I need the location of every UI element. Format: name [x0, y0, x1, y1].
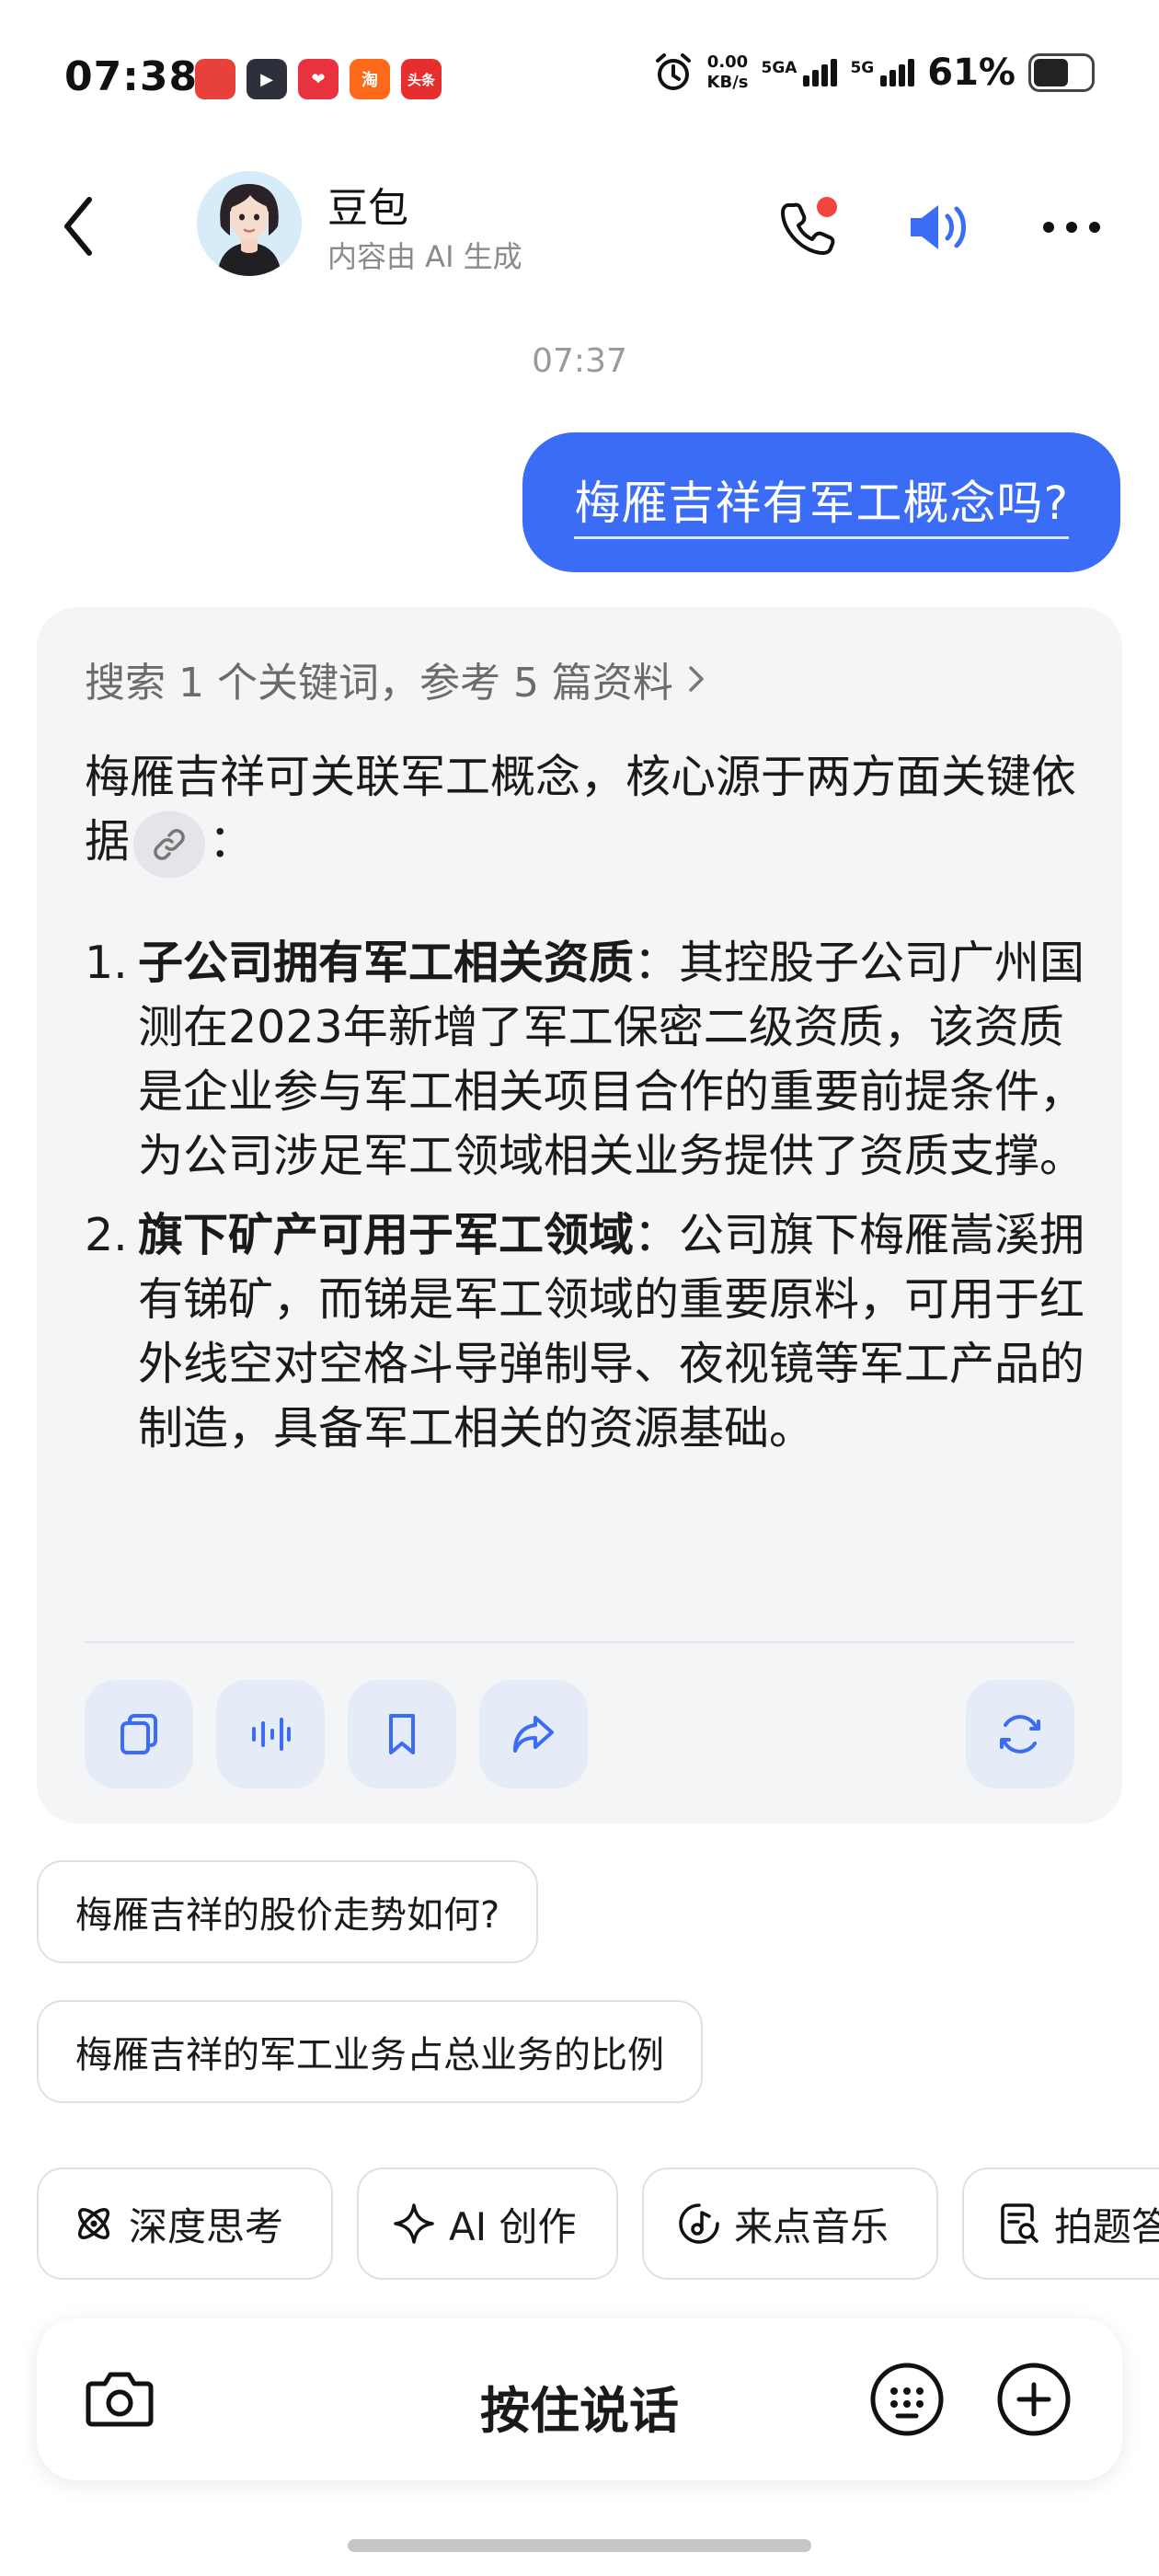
notification-app-icons: ▶ ❤ 淘 头条: [195, 59, 442, 99]
camera-icon: [86, 2372, 154, 2427]
chevron-left-icon: [64, 197, 92, 256]
music-icon: [679, 2203, 719, 2244]
alarm-icon: [655, 53, 691, 90]
card-divider: [85, 1641, 1074, 1643]
suggestion-chip[interactable]: 梅雁吉祥的军工业务占总业务的比例: [37, 2000, 703, 2103]
bookmark-icon: [389, 1714, 415, 1754]
tool-ai-create[interactable]: AI 创作: [357, 2168, 618, 2280]
hold-to-talk-label[interactable]: 按住说话: [37, 2370, 1122, 2443]
tool-label: 深度思考: [129, 2203, 284, 2249]
avatar-portrait-icon: [197, 171, 302, 276]
call-notification-dot: [817, 197, 837, 217]
status-bar: 07:38 ▶ ❤ 淘 头条 0.00 KB/s 5GA 5G 61%: [0, 0, 1159, 156]
app-badge-3-icon: ❤: [298, 59, 339, 99]
battery-icon: [1028, 53, 1095, 92]
ai-response-card: 搜索 1 个关键词，参考 5 篇资料 梅雁吉祥可关联军工概念，核心源于两方面关键…: [37, 607, 1122, 1823]
add-button[interactable]: [988, 2353, 1080, 2445]
regenerate-button[interactable]: [966, 1680, 1074, 1788]
chat-header: 豆包 内容由 AI 生成: [0, 156, 1159, 294]
search-reference-link[interactable]: 搜索 1 个关键词，参考 5 篇资料: [85, 650, 706, 708]
tool-music[interactable]: 来点音乐: [642, 2168, 938, 2280]
list-item-heading: 旗下矿产可用于军工领域: [138, 1209, 635, 1261]
refresh-icon: [1000, 1715, 1040, 1754]
plus-icon: [997, 2363, 1071, 2436]
speaker-button[interactable]: [900, 188, 979, 267]
ai-intro-end: ：: [209, 815, 255, 868]
signal-5g-icon: 5G: [850, 59, 915, 86]
status-time: 07:38: [64, 53, 199, 100]
list-item-heading: 子公司拥有军工相关资质: [138, 937, 635, 989]
app-badge-1-icon: [195, 59, 235, 99]
speaker-icon: [911, 205, 966, 249]
more-icon: [1043, 222, 1100, 233]
read-aloud-button[interactable]: [216, 1680, 325, 1788]
network-speed: 0.00 KB/s: [707, 52, 749, 93]
ai-intro-paragraph: 梅雁吉祥可关联军工概念，核心源于两方面关键依据：: [85, 745, 1087, 878]
share-icon: [513, 1716, 554, 1753]
avatar[interactable]: [197, 171, 302, 276]
toutiao-icon: 头条: [401, 59, 442, 99]
list-item-number: 2.: [85, 1209, 128, 1261]
input-bar: 按住说话: [37, 2318, 1122, 2480]
call-button[interactable]: [769, 188, 848, 267]
atom-icon: [78, 2208, 109, 2239]
app-badge-2-icon: ▶: [247, 59, 287, 99]
list-item-body: 旗下矿产可用于军工领域：公司旗下梅雁嵩溪拥有锑矿，而锑是军工领域的重要原料，可用…: [138, 1203, 1087, 1461]
tool-deep-thinking[interactable]: 深度思考: [37, 2168, 333, 2280]
link-icon: [154, 828, 185, 860]
tool-label: 来点音乐: [734, 2203, 889, 2249]
battery-percent: 61%: [927, 52, 1016, 94]
response-actions: [85, 1680, 1074, 1788]
tool-photo-question[interactable]: 拍题答疑: [962, 2168, 1159, 2280]
share-button[interactable]: [479, 1680, 588, 1788]
back-button[interactable]: [46, 190, 110, 263]
signal-5g-label: 5G: [850, 59, 875, 77]
ai-answer-list: 1. 子公司拥有军工相关资质：其控股子公司广州国测在2023年新增了军工保密二级…: [85, 931, 1087, 1476]
tool-chips-row: 深度思考 AI 创作 来点音乐 拍题答疑: [37, 2168, 1159, 2282]
bookmark-button[interactable]: [348, 1680, 456, 1788]
battery-level: [1034, 59, 1068, 86]
user-message-bubble[interactable]: 梅雁吉祥有军工概念吗?: [522, 432, 1120, 572]
user-message-text: 梅雁吉祥有军工概念吗?: [574, 466, 1069, 539]
home-indicator[interactable]: [348, 2539, 811, 2552]
camera-button[interactable]: [74, 2353, 166, 2445]
tool-label: AI 创作: [449, 2203, 577, 2249]
waveform-icon: [252, 1718, 291, 1751]
keyboard-icon: [870, 2363, 944, 2436]
sparkle-icon: [394, 2203, 434, 2244]
keyboard-button[interactable]: [861, 2353, 953, 2445]
status-right: 0.00 KB/s 5GA 5G 61%: [652, 52, 1095, 94]
search-reference-text: 搜索 1 个关键词，参考 5 篇资料: [85, 660, 673, 707]
list-item: 2. 旗下矿产可用于军工领域：公司旗下梅雁嵩溪拥有锑矿，而锑是军工领域的重要原料…: [85, 1203, 1087, 1461]
signal-5ga-label: 5GA: [761, 59, 798, 77]
photo-question-icon: [1001, 2203, 1039, 2244]
network-speed-value: 0.00: [706, 52, 749, 72]
message-timestamp: 07:37: [532, 342, 627, 380]
signal-5ga-icon: 5GA: [762, 59, 838, 86]
taobao-icon: 淘: [350, 59, 390, 99]
list-item-body: 子公司拥有军工相关资质：其控股子公司广州国测在2023年新增了军工保密二级资质，…: [138, 931, 1087, 1189]
list-item-number: 1.: [85, 937, 128, 989]
citation-link[interactable]: [133, 811, 206, 878]
chevron-right-icon: [689, 666, 704, 692]
suggestion-chip[interactable]: 梅雁吉祥的股价走势如何?: [37, 1860, 539, 1963]
tool-label: 拍题答疑: [1054, 2203, 1159, 2249]
copy-button[interactable]: [85, 1680, 193, 1788]
copy-icon: [120, 1714, 157, 1754]
network-speed-unit: KB/s: [706, 73, 749, 92]
chat-title[interactable]: 豆包: [327, 175, 408, 234]
more-button[interactable]: [1032, 188, 1111, 267]
list-item: 1. 子公司拥有军工相关资质：其控股子公司广州国测在2023年新增了军工保密二级…: [85, 931, 1087, 1189]
ai-disclaimer: 内容由 AI 生成: [327, 239, 522, 274]
